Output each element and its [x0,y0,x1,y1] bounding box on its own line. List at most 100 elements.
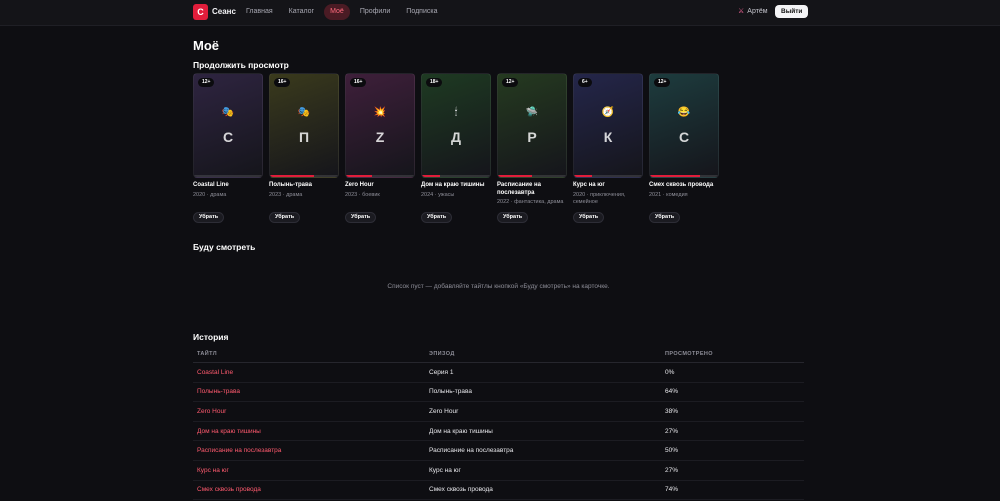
remove-button[interactable]: Убрать [269,212,301,223]
age-rating-badge: 12+ [502,78,519,87]
remove-button[interactable]: Убрать [573,212,605,223]
card-title[interactable]: Смех сквозь провода [649,182,719,190]
table-row: Coastal Line Серия 1 0% [193,363,804,383]
remove-button[interactable]: Убрать [345,212,377,223]
card-title[interactable]: Полынь-трава [269,182,339,190]
top-bar: С Сеанс Главная Каталог Моё Профили Подп… [0,0,1000,26]
logout-button[interactable]: Выйти [775,5,809,18]
history-watched: 27% [665,427,679,435]
continue-card[interactable]: 18+ 🕯 Д Дом на краю тишины 2024 · ужасы … [421,73,491,223]
history-title-link[interactable]: Смех сквозь провода [193,486,429,493]
history-title-link[interactable]: Курс на юг [193,467,429,474]
poster-emoji-icon: 🧭 [601,107,615,118]
age-rating-badge: 12+ [654,78,671,87]
card-title[interactable]: Coastal Line [193,182,263,190]
nav-item-catalog[interactable]: Каталог [283,4,320,20]
progress-fill [422,175,441,177]
poster-emoji-icon: 🕯 [454,107,458,118]
progress-fill [498,175,532,177]
poster-letter: П [298,129,310,145]
nav-item-home[interactable]: Главная [240,4,279,20]
nav-item-subscription[interactable]: Подписка [400,4,443,20]
brand-name[interactable]: Сеанс [212,7,236,16]
poster-letter: Р [527,129,537,145]
main-nav: Главная Каталог Моё Профили Подписка [240,4,443,20]
poster[interactable]: 18+ 🕯 Д [421,73,491,178]
history-title-link[interactable]: Полынь-трава [193,388,429,395]
history-watched: 27% [665,466,679,474]
continue-card[interactable]: 16+ 💥 Z Zero Hour 2023 · боевик Убрать [345,73,415,223]
card-meta: 2024 · ужасы [421,191,455,198]
progress-bar [346,175,414,177]
card-meta: 2021 · комедия [649,191,688,198]
history-episode: Смех сквозь провода [429,486,493,494]
progress-bar [498,175,566,177]
table-row: Полынь-трава Полынь-трава 64% [193,383,804,403]
page-title: Моё [193,38,219,53]
history-title-link[interactable]: Zero Hour [193,408,429,415]
continue-card[interactable]: 12+ 🎭 C Coastal Line 2020 · драма Убрать [193,73,263,223]
age-rating-badge: 16+ [350,78,367,87]
continue-card[interactable]: 16+ 🎭 П Полынь-трава 2023 · драма Убрать [269,73,339,223]
continue-card[interactable]: 12+ 🛸 Р Расписание на послезавтра 2022 ·… [497,73,567,223]
poster-letter: С [678,129,690,145]
history-watched: 64% [665,388,679,396]
poster-letter: К [603,129,613,145]
user-menu[interactable]: ⚔ Артём [738,7,768,16]
history-watched: 50% [665,447,679,455]
history-title-link[interactable]: Дом на краю тишины [193,428,429,435]
remove-button[interactable]: Убрать [421,212,453,223]
history-title-link[interactable]: Расписание на послезавтра [193,447,429,454]
card-meta: 2023 · драма [269,191,303,198]
history-watched: 0% [665,368,675,376]
poster-emoji-icon: 🎭 [297,107,311,118]
logo[interactable]: С [193,4,208,20]
poster[interactable]: 12+ 😂 С [649,73,719,178]
poster[interactable]: 12+ 🛸 Р [497,73,567,178]
poster-letter: C [222,129,234,145]
poster[interactable]: 16+ 💥 Z [345,73,415,178]
poster-letter: Д [451,129,461,145]
history-episode: Дом на краю тишины [429,427,493,435]
nav-item-profiles[interactable]: Профили [354,4,396,20]
column-header-title: ТАЙТЛ [197,351,218,357]
progress-bar [422,175,490,177]
poster[interactable]: 6+ 🧭 К [573,73,643,178]
card-title[interactable]: Дом на краю тишины [421,182,491,190]
history-episode: Расписание на послезавтра [429,447,514,455]
progress-fill [346,175,372,177]
continue-card[interactable]: 6+ 🧭 К Курс на юг 2020 · приключения, се… [573,73,643,223]
column-header-episode: ЭПИЗОД [429,351,455,357]
history-section-title: История [193,332,229,342]
card-title[interactable]: Курс на юг [573,182,643,190]
continue-card[interactable]: 12+ 😂 С Смех сквозь провода 2021 · комед… [649,73,719,223]
card-title[interactable]: Расписание на послезавтра [497,182,567,197]
history-episode: Полынь-трава [429,388,472,396]
poster[interactable]: 16+ 🎭 П [269,73,339,178]
table-row: Смех сквозь провода Смех сквозь провода … [193,481,804,501]
progress-bar [650,175,718,177]
card-meta: 2020 · драма [193,191,227,198]
progress-fill [650,175,701,177]
age-rating-badge: 6+ [578,78,592,87]
remove-button[interactable]: Убрать [193,212,225,223]
progress-bar [574,175,642,177]
progress-bar [194,175,262,177]
poster-emoji-icon: 🛸 [525,107,539,118]
history-watched: 38% [665,407,679,415]
history-title-link[interactable]: Coastal Line [193,369,429,376]
progress-bar [270,175,338,177]
age-rating-badge: 12+ [198,78,215,87]
remove-button[interactable]: Убрать [497,212,529,223]
card-title[interactable]: Zero Hour [345,182,415,190]
nav-item-mine[interactable]: Моё [324,4,350,20]
remove-button[interactable]: Убрать [649,212,681,223]
user-name: Артём [747,7,768,15]
poster[interactable]: 12+ 🎭 C [193,73,263,178]
card-meta: 2020 · приключения, семейное [573,191,626,205]
progress-fill [270,175,314,177]
history-episode: Zero Hour [429,407,459,415]
column-header-watched: ПРОСМОТРЕНО [665,351,713,357]
history-table: ТАЙТЛ ЭПИЗОД ПРОСМОТРЕНО Coastal Line Се… [193,347,804,501]
age-rating-badge: 18+ [426,78,443,87]
